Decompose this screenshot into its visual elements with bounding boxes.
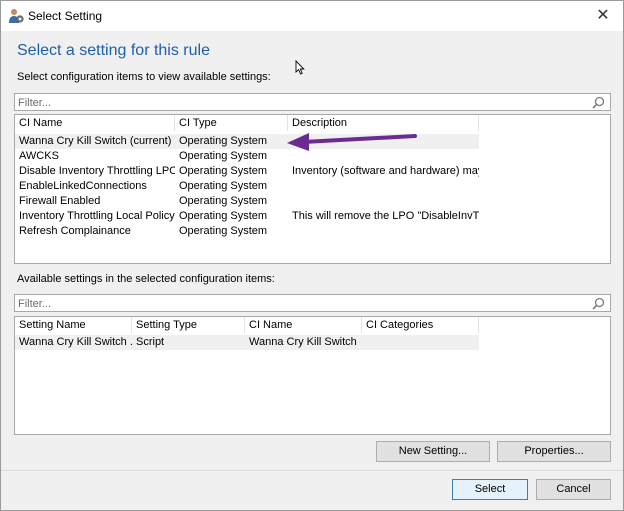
ci-list[interactable]: CI Name CI Type Description Wanna Cry Ki… (14, 114, 611, 264)
search-icon[interactable] (592, 297, 605, 310)
close-icon[interactable]: ✕ (593, 5, 613, 25)
ci-type-cell: Operating System (179, 165, 268, 177)
ci-description-cell: Inventory (software and hardware) may ..… (292, 165, 479, 177)
select-setting-dialog: Select Setting ✕ Select a setting for th… (0, 0, 624, 511)
column-header-ci-type[interactable]: CI Type (175, 115, 288, 131)
ci-name-cell: EnableLinkedConnections (19, 180, 147, 192)
properties-button[interactable]: Properties... (497, 441, 611, 462)
setting-name-cell: Wanna Cry Kill Switch ... (19, 336, 132, 348)
settings-section-label: Available settings in the selected confi… (17, 273, 275, 285)
settings-list[interactable]: Setting Name Setting Type CI Name CI Cat… (14, 316, 611, 435)
ci-type-cell: Operating System (179, 180, 268, 192)
ci-description-cell: This will remove the LPO "DisableInvTh..… (292, 210, 479, 222)
ci-type-cell: Operating System (179, 150, 268, 162)
table-row[interactable]: EnableLinkedConnections Operating System (15, 179, 479, 194)
divider (1, 470, 623, 471)
ci-type-cell: Operating System (179, 195, 268, 207)
settings-filter-input[interactable] (18, 297, 578, 310)
ci-filter-input[interactable] (18, 96, 578, 109)
settings-filter-field[interactable] (14, 294, 611, 312)
search-icon[interactable] (592, 96, 605, 109)
page-title: Select a setting for this rule (17, 42, 210, 59)
column-header-setting-name[interactable]: Setting Name (15, 317, 132, 333)
mouse-cursor-icon (295, 60, 305, 75)
setting-type-cell: Script (136, 336, 165, 348)
column-header-description[interactable]: Description (288, 115, 479, 131)
table-row[interactable]: Firewall Enabled Operating System (15, 194, 479, 209)
column-header-ci-name[interactable]: CI Name (15, 115, 175, 131)
annotation-arrow-icon (287, 133, 417, 151)
column-header-ci-categories[interactable]: CI Categories (362, 317, 479, 333)
ci-type-cell: Operating System (179, 210, 268, 222)
ci-type-cell: Operating System (179, 225, 268, 237)
table-row[interactable]: Disable Inventory Throttling LPO Operati… (15, 164, 479, 179)
settings-person-icon (9, 9, 24, 23)
ci-type-cell: Operating System (179, 135, 268, 147)
column-header-ci-name[interactable]: CI Name (245, 317, 362, 333)
column-header-setting-type[interactable]: Setting Type (132, 317, 245, 333)
table-row[interactable]: Inventory Throttling Local Policy ... Op… (15, 209, 479, 224)
title-bar: Select Setting ✕ (1, 1, 623, 31)
ci-section-label: Select configuration items to view avail… (17, 71, 271, 83)
setting-ci-name-cell: Wanna Cry Kill Switch (249, 336, 357, 348)
window-title: Select Setting (28, 9, 103, 23)
ci-name-cell: AWCKS (19, 150, 59, 162)
table-row[interactable]: Wanna Cry Kill Switch ... Script Wanna C… (15, 335, 479, 350)
ci-name-cell: Wanna Cry Kill Switch (current) (19, 135, 172, 147)
ci-name-cell: Disable Inventory Throttling LPO (19, 165, 175, 177)
ci-name-cell: Inventory Throttling Local Policy ... (19, 210, 175, 222)
table-row[interactable]: Refresh Complainance Operating System (15, 224, 479, 239)
ci-filter-field[interactable] (14, 93, 611, 111)
new-setting-button[interactable]: New Setting... (376, 441, 490, 462)
ci-name-cell: Firewall Enabled (19, 195, 101, 207)
cancel-button[interactable]: Cancel (536, 479, 611, 500)
ci-name-cell: Refresh Complainance (19, 225, 131, 237)
select-button[interactable]: Select (452, 479, 528, 500)
